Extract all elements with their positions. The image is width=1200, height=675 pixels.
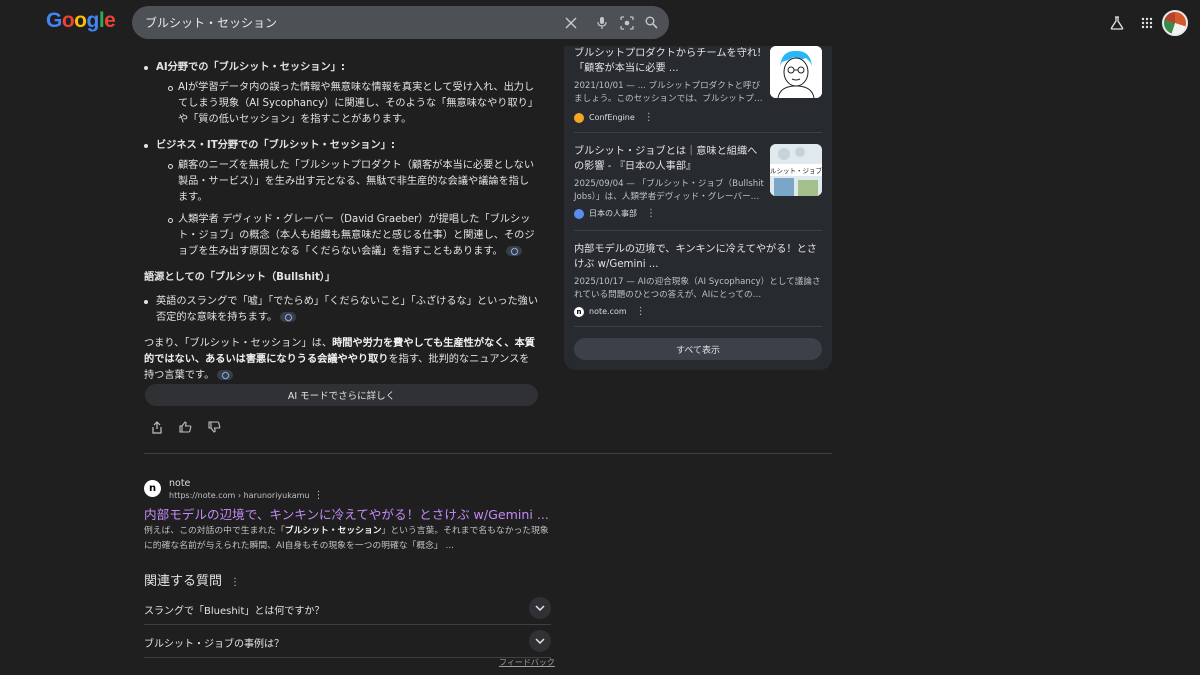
chevron-down-icon[interactable] [529,630,551,652]
source-card-title[interactable]: 内部モデルの辺境で、キンキンに冷えてやがる！とさけぶ w/Gemini ... [574,242,822,272]
logo-letter: e [104,9,116,32]
labs-icon[interactable] [1106,12,1128,34]
card-divider [574,230,822,231]
ai-overview: AI分野での「ブルシット・セッション」: AIが学習データ内の誤った情報や無意味… [144,36,539,384]
lens-icon[interactable] [618,14,635,31]
result-snippet: 例えば、この対話の中で生まれた「ブルシット・セッション」という言葉。それまで名も… [144,526,549,551]
note-site-icon: n [144,480,161,497]
note-site-icon: n [574,306,584,317]
jinjibu-site-icon [574,208,584,219]
related-question[interactable]: スラングで「Blueshit」とは何ですか？ [144,592,551,625]
more-options-icon[interactable]: ⋮ [646,208,656,219]
source-card-source: 日本の人事部 ⋮ [574,208,656,219]
sources-panel: ブルシットプロダクトからチームを守れ!「顧客が本当に必要 ... 2021/10… [564,34,832,370]
business-section-item: 人類学者 デヴィッド・グレーバー（David Graeber）が提唱した「ブルシ… [156,212,539,260]
feedback-link[interactable]: フィードバック [499,657,555,668]
source-card-thumbnail [770,46,822,98]
thumbnail-caption: ルシット・ジョブと [770,167,822,175]
site-url[interactable]: https://note.com › harunoriyukamu ⋮ [169,490,323,501]
mic-icon[interactable] [593,14,610,31]
avatar[interactable] [1162,10,1188,36]
link-chip-icon[interactable] [280,312,297,322]
show-all-button[interactable]: すべて表示 [574,338,822,360]
more-options-icon[interactable]: ⋮ [636,306,646,317]
search-input[interactable] [145,6,545,39]
source-card-source: n note.com ⋮ [574,306,646,317]
link-chip-icon[interactable] [505,246,522,256]
search-icon[interactable] [643,14,660,31]
summary-paragraph: つまり、「ブルシット・セッション」は、時間や労力を費やしても生産性がなく、本質的… [144,338,535,381]
source-card-title[interactable]: ブルシットプロダクトからチームを守れ!「顧客が本当に必要 ... [574,46,766,76]
source-card[interactable]: 内部モデルの辺境で、キンキンに冷えてやがる！とさけぶ w/Gemini ... … [574,242,822,322]
ai-section-item: AIが学習データ内の誤った情報や無意味な情報を真実として受け入れ、出力してしまう… [156,80,539,128]
result-title-link[interactable]: 内部モデルの辺境で、キンキンに冷えてやがる！とさけぶ w/Gemini ... [144,504,549,523]
source-card[interactable]: ブルシット・ジョブとは｜意味と組織への影響 - 『日本の人事部』 2025/09… [574,144,822,224]
business-section-title: ビジネス・IT分野での「ブルシット・セッション」: [156,140,395,151]
source-card-snippet: 2025/10/17 — AIの迎合現象（AI Sycophancy）として議論… [574,277,821,300]
more-options-icon[interactable]: ⋮ [313,490,323,501]
source-card-source: ConfEngine ⋮ [574,112,654,123]
site-name: note [169,478,191,489]
thumbs-up-icon[interactable] [178,420,192,434]
source-card[interactable]: ブルシットプロダクトからチームを守れ!「顧客が本当に必要 ... 2021/10… [574,46,822,126]
search-bar [132,6,669,39]
related-questions-title: 関連する質問 ⋮ [144,574,241,589]
google-logo[interactable]: Google [46,9,116,33]
link-chip-icon[interactable] [217,370,234,380]
ai-section-title: AI分野での「ブルシット・セッション」: [156,62,345,73]
thumbs-down-icon[interactable] [207,420,221,434]
business-section-item: 顧客のニーズを無視した「ブルシットプロダクト（顧客が本当に必要としない製品・サー… [156,158,539,206]
header: Google [0,0,1200,46]
logo-letter: g [86,9,100,32]
etymology-item: 英語のスラングで「嘘」「でたらめ」「くだらないこと」「ふざけるな」といった強い否… [144,294,539,326]
source-card-thumbnail: ルシット・ジョブと [770,144,822,196]
ai-section: AI分野での「ブルシット・セッション」: AIが学習データ内の誤った情報や無意味… [144,60,539,128]
apps-icon[interactable] [1136,12,1158,34]
chevron-down-icon[interactable] [529,597,551,619]
card-divider [574,326,822,327]
source-card-snippet: 2021/10/01 — ... ブルシットプロダクトと呼びましょう。このセッシ… [574,81,763,104]
close-icon[interactable] [562,14,579,31]
source-card-title[interactable]: ブルシット・ジョブとは｜意味と組織への影響 - 『日本の人事部』 [574,144,766,174]
card-divider [574,132,822,133]
business-section: ビジネス・IT分野での「ブルシット・セッション」: 顧客のニーズを無視した「ブル… [144,138,539,260]
related-question-label: スラングで「Blueshit」とは何ですか？ [144,606,325,617]
logo-letter: G [46,9,62,32]
related-question-label: ブルシット・ジョブの事例は？ [144,639,284,650]
related-question[interactable]: ブルシット・ジョブの事例は？ [144,625,551,658]
ai-mode-more-button[interactable]: AI モードでさらに詳しく [145,384,538,406]
logo-letter: o [74,9,87,32]
confengine-site-icon [574,112,584,123]
etymology-heading: 語源としての「ブルシット（Bullshit）」 [144,272,336,283]
logo-letter: o [61,9,75,32]
source-card-snippet: 2025/09/04 — 「ブルシット・ジョブ（Bullshit Jobs）」は… [574,179,764,202]
more-options-icon[interactable]: ⋮ [230,577,240,588]
more-options-icon[interactable]: ⋮ [644,112,654,123]
section-divider [144,453,832,454]
share-icon[interactable] [150,420,164,434]
